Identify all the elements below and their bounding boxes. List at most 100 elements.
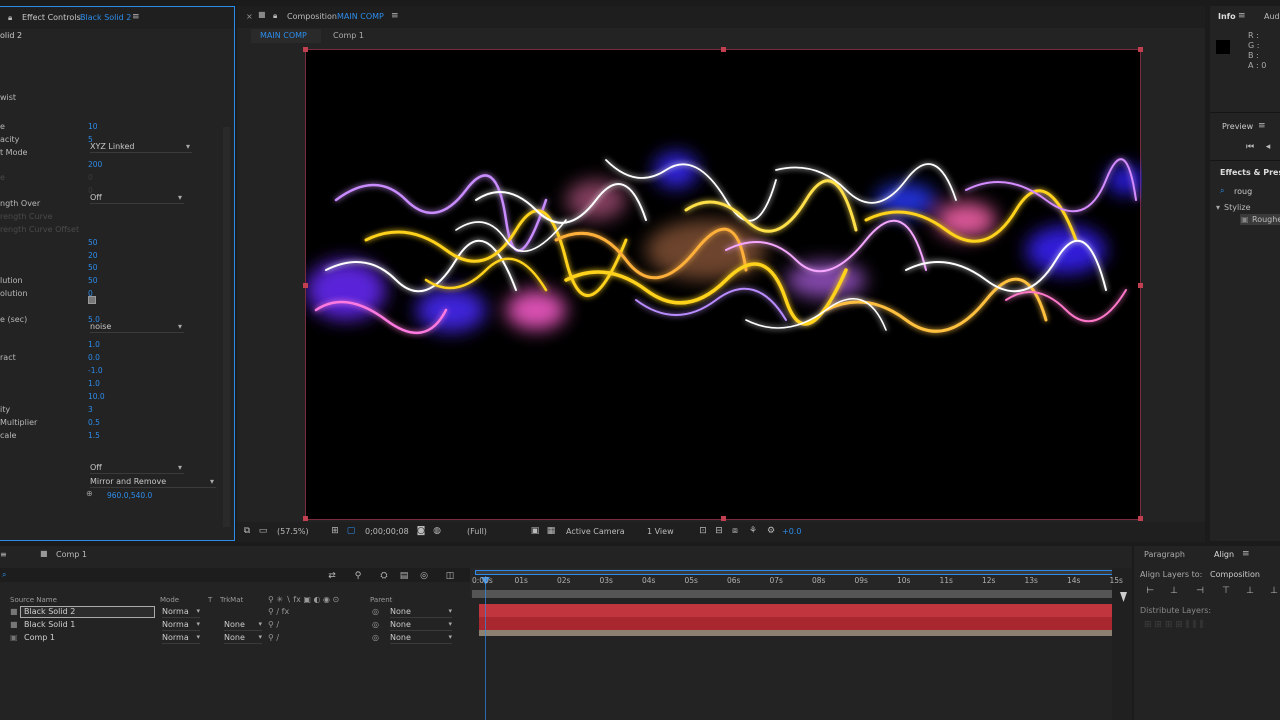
property-value[interactable]: 5 <box>88 135 93 144</box>
draft-3d-icon[interactable]: ⚲ <box>352 571 364 582</box>
audio-tab[interactable]: Aud <box>1264 12 1280 21</box>
close-icon[interactable]: ≡ <box>0 550 7 559</box>
align-top-icon[interactable]: ⊤ <box>1220 586 1232 597</box>
lock-icon[interactable]: 🔒︎ <box>273 11 277 21</box>
close-icon[interactable]: × <box>246 12 253 21</box>
exposure-value[interactable]: +0.0 <box>782 527 801 536</box>
col-source-name[interactable]: Source Name <box>10 596 57 604</box>
comp-flow-icon[interactable]: ⇄ <box>326 571 338 582</box>
col-parent[interactable]: Parent <box>370 596 392 604</box>
align-vcenter-icon[interactable]: ⊥ <box>1244 586 1256 597</box>
transform-handle[interactable] <box>303 516 308 521</box>
paragraph-tab[interactable]: Paragraph <box>1144 550 1185 559</box>
property-value[interactable]: 10.0 <box>88 392 105 401</box>
transform-handle[interactable] <box>1138 283 1143 288</box>
composition-viewer[interactable] <box>303 47 1146 521</box>
property-value[interactable]: 50 <box>88 263 98 272</box>
panel-menu-icon[interactable]: ≡ <box>1238 11 1246 21</box>
time-navigator[interactable] <box>475 570 1117 575</box>
toggle-icon[interactable]: ⊡ <box>697 526 709 537</box>
panel-menu-icon[interactable]: ≡ <box>1258 121 1266 131</box>
align-right-icon[interactable]: ⊣ <box>1194 586 1206 597</box>
motion-blur-icon[interactable]: ◎ <box>418 571 430 582</box>
property-value[interactable]: 1.0 <box>88 340 100 349</box>
layer-trkmat-dropdown[interactable]: None <box>224 633 262 644</box>
panel-menu-icon[interactable]: ≡ <box>1242 549 1250 559</box>
effects-presets-tab[interactable]: Effects & Presets <box>1220 168 1280 177</box>
layer-switches[interactable]: ⚲ ∕ fx <box>268 607 289 616</box>
layer-trkmat-dropdown[interactable]: None <box>224 620 262 631</box>
region-icon[interactable]: ▣ <box>529 526 541 537</box>
search-icon[interactable]: ⌕ <box>2 570 6 580</box>
strength-over-dropdown[interactable]: Off <box>90 193 184 204</box>
camera-icon[interactable]: ◙ <box>415 526 427 537</box>
layer-name[interactable]: Comp 1 <box>24 633 55 642</box>
align-tab[interactable]: Align <box>1214 550 1234 559</box>
parent-pickwhip-icon[interactable]: ◎ <box>372 633 379 642</box>
zoom-dropdown[interactable]: (57.5%) <box>277 527 309 536</box>
mask-icon[interactable]: ▢ <box>345 526 357 537</box>
camera-dropdown[interactable]: Active Camera <box>566 527 625 536</box>
property-value[interactable]: 50 <box>88 238 98 247</box>
off-dropdown[interactable]: Off <box>90 463 184 474</box>
always-preview-icon[interactable]: ⧉ <box>241 526 253 537</box>
layer-bar[interactable] <box>479 630 1113 636</box>
preview-tab[interactable]: Preview <box>1222 122 1253 131</box>
breadcrumb-comp1[interactable]: Comp 1 <box>333 31 364 40</box>
navigator-range[interactable] <box>475 570 1117 575</box>
align-left-icon[interactable]: ⊢ <box>1144 586 1156 597</box>
pixel-icon[interactable]: ⊟ <box>713 526 725 537</box>
work-area-bar[interactable] <box>472 590 1117 598</box>
render-icon[interactable]: ⧈ <box>729 526 741 537</box>
col-trkmat[interactable]: TrkMat <box>220 596 243 604</box>
property-value[interactable]: 0 <box>88 173 93 182</box>
property-value[interactable]: 20 <box>88 251 98 260</box>
layer-name[interactable]: Black Solid 2 <box>24 607 75 616</box>
layer-parent-dropdown[interactable]: None <box>390 607 452 618</box>
scrollbar[interactable] <box>223 127 230 527</box>
col-t[interactable]: T <box>208 596 212 604</box>
exposure-icon[interactable]: ⚙ <box>765 526 777 537</box>
transform-handle[interactable] <box>1138 47 1143 52</box>
monitor-icon[interactable]: ▭ <box>257 526 269 537</box>
timecode[interactable]: 0;00;00;08 <box>365 527 409 536</box>
info-tab[interactable]: Info <box>1218 12 1236 21</box>
first-frame-icon[interactable]: ⏮ <box>1244 142 1256 153</box>
property-value[interactable]: 200 <box>88 160 102 169</box>
chevron-down-icon[interactable]: ▾ <box>1216 203 1220 212</box>
flowchart-icon[interactable]: ⚘ <box>747 526 759 537</box>
property-value[interactable]: 0.5 <box>88 418 100 427</box>
layer-name[interactable]: Black Solid 1 <box>24 620 75 629</box>
resolution-dropdown[interactable]: (Full) <box>467 527 487 536</box>
transform-handle[interactable] <box>303 47 308 52</box>
breadcrumb-main[interactable]: MAIN COMP <box>251 29 321 43</box>
layer-mode-dropdown[interactable]: Norma <box>162 620 200 631</box>
transform-handle[interactable] <box>1138 516 1143 521</box>
graph-editor-icon[interactable]: ◫ <box>444 571 456 582</box>
parent-pickwhip-icon[interactable]: ◎ <box>372 620 379 629</box>
mode-dropdown[interactable]: XYZ Linked <box>90 142 192 153</box>
layer-switches[interactable]: ⚲ ∕ <box>268 633 279 642</box>
layer-mode-dropdown[interactable]: Norma <box>162 633 200 644</box>
point-value[interactable]: 960.0,540.0 <box>107 491 152 500</box>
category-stylize[interactable]: Stylize <box>1224 203 1251 212</box>
property-value[interactable]: 5.0 <box>88 315 100 324</box>
effect-controls-tab[interactable]: Effect Controls <box>22 13 81 22</box>
layer-parent-dropdown[interactable]: None <box>390 633 452 644</box>
property-value[interactable]: -1.0 <box>88 366 103 375</box>
layer-bar[interactable] <box>479 617 1113 630</box>
align-hcenter-icon[interactable]: ⊥ <box>1168 586 1180 597</box>
layer-parent-dropdown[interactable]: None <box>390 620 452 631</box>
frame-blend-icon[interactable]: ▤ <box>398 571 410 582</box>
transform-handle[interactable] <box>721 47 726 52</box>
align-bottom-icon[interactable]: ⊥ <box>1268 586 1280 597</box>
property-value[interactable]: 10 <box>88 122 98 131</box>
layer-bar[interactable] <box>479 604 1113 617</box>
effect-item[interactable]: ▣ Roughen <box>1240 214 1280 225</box>
crosshair-icon[interactable]: ⊕ <box>86 489 93 498</box>
lock-icon[interactable]: 🔒︎ <box>8 13 12 23</box>
property-value[interactable]: 50 <box>88 276 98 285</box>
composition-tab[interactable]: Composition <box>287 12 337 21</box>
property-value[interactable]: 0.0 <box>88 353 100 362</box>
shy-icon[interactable]: ⛭ <box>378 571 390 582</box>
